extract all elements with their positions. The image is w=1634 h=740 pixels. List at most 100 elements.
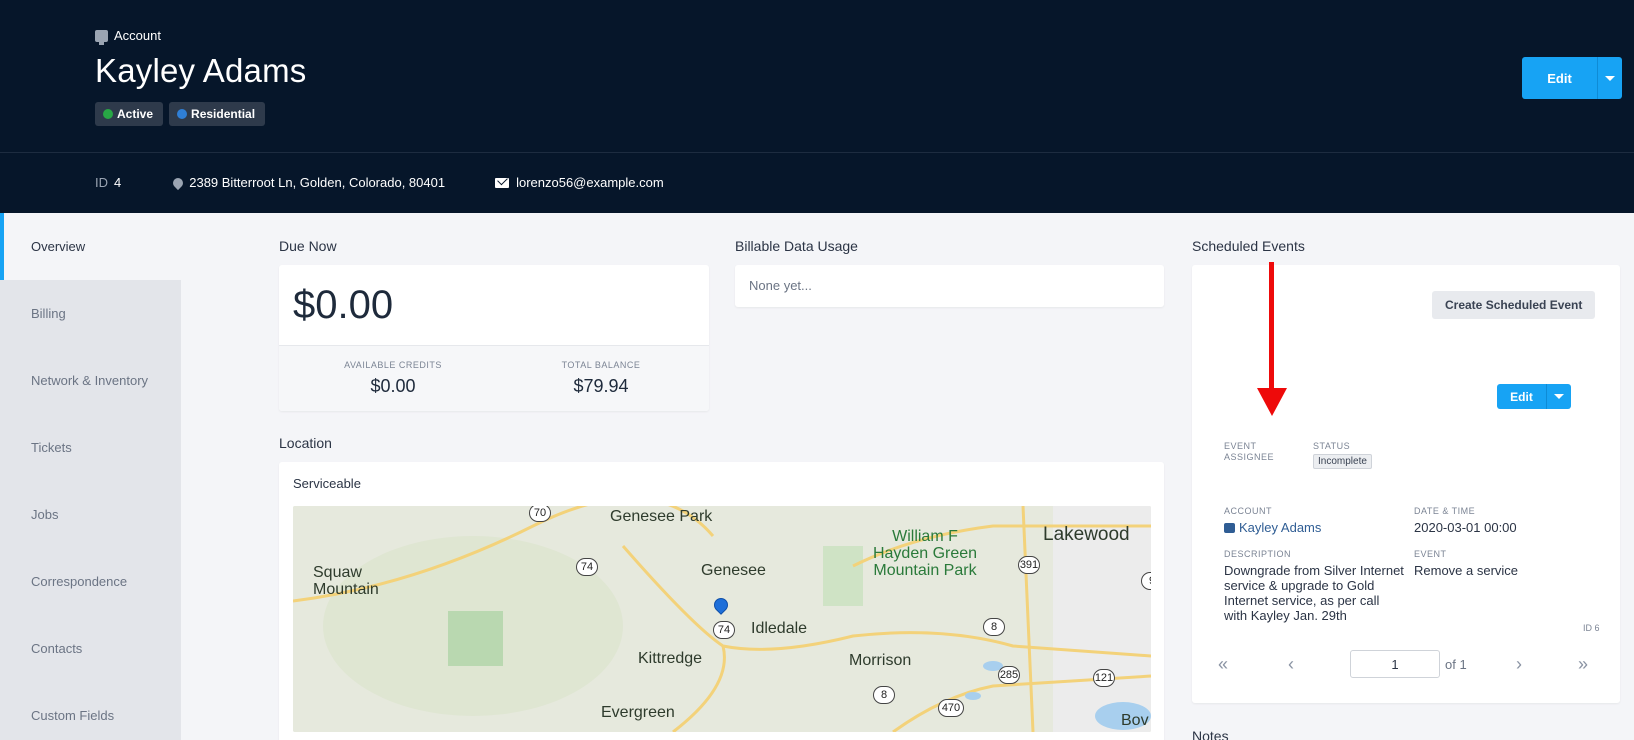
create-scheduled-event-button[interactable]: Create Scheduled Event — [1432, 291, 1596, 319]
highway-shield: 8 — [873, 686, 895, 704]
serviceability-status: Serviceable — [293, 476, 361, 491]
status-badges: Active Residential — [95, 102, 266, 126]
highway-shield: 121 — [1093, 669, 1115, 687]
sidebar-item-custom-fields[interactable]: Custom Fields — [0, 682, 181, 740]
badge-label: Residential — [191, 107, 256, 121]
residential-dot-icon — [177, 109, 188, 119]
map-label: Lakewood — [1043, 524, 1130, 545]
usage-card: None yet... — [735, 265, 1164, 307]
map-label: Evergreen — [601, 704, 675, 721]
sidebar-item-jobs[interactable]: Jobs — [0, 481, 181, 548]
due-now-title: Due Now — [279, 238, 337, 254]
sidebar-item-correspondence[interactable]: Correspondence — [0, 548, 181, 615]
sidebar-item-billing[interactable]: Billing — [0, 280, 181, 347]
map-label: William F Hayden Green Mountain Park — [872, 528, 978, 579]
account-header: Account Kayley Adams Active Residential … — [0, 0, 1634, 213]
type-badge-residential: Residential — [169, 102, 266, 126]
email-link[interactable]: lorenzo56@example.com — [516, 175, 664, 190]
breadcrumb[interactable]: Account — [95, 28, 161, 45]
header-divider — [0, 152, 1634, 153]
location-map[interactable]: Genesee Park Squaw Mountain Genesee Idle… — [293, 506, 1151, 732]
location-card: Serviceable Genesee Park Squaw Mountain … — [279, 462, 1164, 740]
map-label: Kittredge — [638, 650, 703, 667]
event-edit-split-button: Edit — [1497, 384, 1571, 409]
scheduled-events-title: Scheduled Events — [1192, 238, 1305, 254]
chevron-down-icon — [1554, 394, 1564, 399]
map-label: Bov — [1121, 712, 1149, 729]
event-edit-dropdown-button[interactable] — [1547, 384, 1571, 409]
highway-shield: 470 — [938, 699, 964, 717]
available-credits-label: AVAILABLE CREDITS — [344, 360, 442, 370]
location-title: Location — [279, 435, 332, 451]
account-link[interactable]: Kayley Adams — [1224, 520, 1321, 535]
event-id-tag: ID 6 — [1583, 623, 1600, 633]
scheduled-events-card: Create Scheduled Event Edit EVENT ASSIGN… — [1192, 265, 1620, 703]
status-badge: Incomplete — [1313, 454, 1372, 469]
sidebar-nav: Overview Billing Network & Inventory Tic… — [0, 213, 181, 740]
event-value: Remove a service — [1414, 563, 1519, 578]
highway-shield: 8 — [983, 618, 1005, 636]
available-credits-value: $0.00 — [370, 376, 416, 396]
account-info-row: ID 4 2389 Bitterroot Ln, Golden, Colorad… — [95, 175, 664, 190]
prev-page-icon[interactable]: ‹ — [1288, 654, 1294, 675]
map-label: Morrison — [849, 652, 912, 669]
chevron-down-icon — [1605, 75, 1615, 81]
total-balance-label: TOTAL BALANCE — [561, 360, 641, 370]
description-label: DESCRIPTION — [1224, 549, 1292, 559]
date-time-label: DATE & TIME — [1414, 506, 1476, 516]
usage-empty-text: None yet... — [749, 278, 812, 293]
highway-shield: 74 — [576, 558, 598, 576]
next-page-icon[interactable]: › — [1516, 654, 1522, 675]
usage-title: Billable Data Usage — [735, 238, 858, 254]
total-balance: TOTAL BALANCE $79.94 — [501, 360, 701, 397]
notes-title: Notes — [1192, 728, 1229, 740]
highway-shield: 70 — [529, 506, 551, 522]
sidebar-item-overview[interactable]: Overview — [0, 213, 181, 280]
description-value: Downgrade from Silver Internet service &… — [1224, 563, 1404, 623]
map-label: Genesee — [701, 562, 766, 579]
email-icon — [495, 177, 510, 188]
sidebar-item-contacts[interactable]: Contacts — [0, 615, 181, 682]
date-time-value: 2020-03-01 00:00 — [1414, 520, 1517, 535]
account-label: ACCOUNT — [1224, 506, 1272, 516]
map-terrain — [293, 506, 1151, 732]
page-title: Kayley Adams — [95, 52, 307, 89]
due-amount: $0.00 — [293, 283, 394, 327]
badge-label: Active — [117, 107, 154, 121]
event-assignee-label: EVENT ASSIGNEE — [1224, 441, 1275, 462]
active-dot-icon — [103, 109, 113, 119]
highway-shield: 74 — [713, 621, 735, 639]
event-label: EVENT — [1414, 549, 1447, 559]
account-icon — [95, 29, 108, 45]
account-name: Kayley Adams — [1239, 520, 1322, 535]
address-text[interactable]: 2389 Bitterroot Ln, Golden, Colorado, 80… — [189, 175, 445, 190]
sidebar-item-network-inventory[interactable]: Network & Inventory — [0, 347, 181, 414]
map-label: Idledale — [751, 620, 808, 637]
total-balance-value: $79.94 — [573, 376, 629, 396]
status-label: STATUS — [1313, 441, 1351, 451]
highway-shield: 391 — [1018, 556, 1040, 574]
annotation-arrow-shaft — [1269, 262, 1274, 392]
edit-split-button: Edit — [1522, 57, 1622, 99]
due-now-card: $0.00 AVAILABLE CREDITS $0.00 TOTAL BALA… — [279, 265, 709, 411]
edit-button[interactable]: Edit — [1522, 57, 1598, 99]
last-page-icon[interactable]: » — [1578, 654, 1588, 675]
id-label: ID — [95, 175, 108, 190]
edit-dropdown-button[interactable] — [1598, 57, 1622, 99]
available-credits: AVAILABLE CREDITS $0.00 — [293, 360, 493, 397]
location-pin-icon — [171, 175, 186, 190]
event-edit-button[interactable]: Edit — [1497, 384, 1547, 409]
balance-summary: AVAILABLE CREDITS $0.00 TOTAL BALANCE $7… — [279, 345, 709, 411]
first-page-icon[interactable]: « — [1218, 654, 1228, 675]
pagination: « ‹ of 1 › » — [1192, 649, 1620, 679]
account-icon — [1224, 522, 1235, 533]
highway-shield: 285 — [998, 666, 1020, 684]
page-number-input[interactable] — [1350, 650, 1440, 678]
map-label: Genesee Park — [610, 508, 713, 525]
breadcrumb-label: Account — [114, 28, 161, 43]
status-badge-active: Active — [95, 102, 164, 126]
sidebar-item-tickets[interactable]: Tickets — [0, 414, 181, 481]
id-value: 4 — [114, 175, 122, 190]
annotation-arrow-head — [1257, 388, 1287, 416]
page-total: of 1 — [1445, 657, 1467, 672]
